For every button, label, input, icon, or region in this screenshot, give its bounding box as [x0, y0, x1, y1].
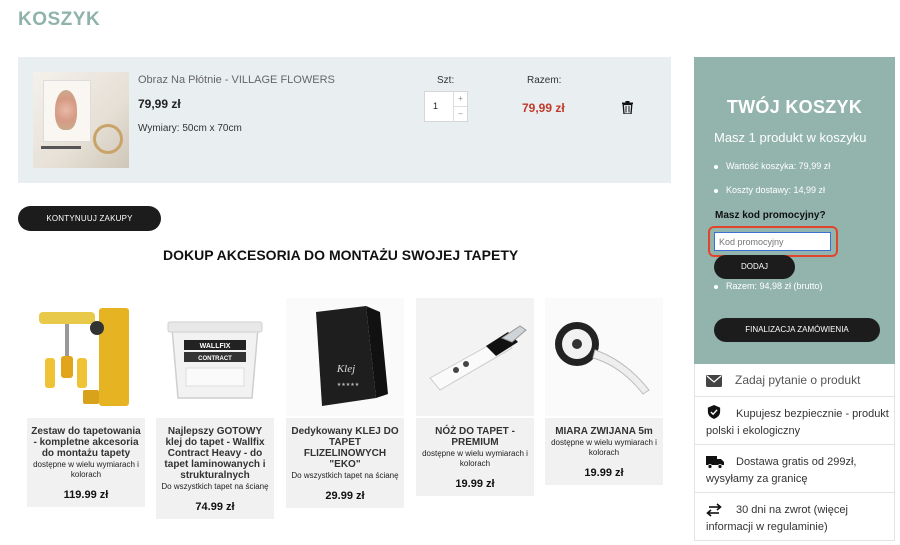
- product-availability: dostępne w wielu wymiarach i kolorach: [422, 449, 528, 468]
- shipping-text: Koszty dostawy: 14,99 zł: [726, 185, 826, 195]
- product-availability: dostępne w wielu wymiarach i kolorach: [551, 438, 657, 457]
- total-label: Razem:: [527, 75, 562, 86]
- cart-item-row: Obraz Na Płótnie - VILLAGE FLOWERS 79,99…: [18, 57, 671, 183]
- cart-item-total: 79,99 zł: [522, 101, 565, 115]
- cart-item-dimensions: Wymiary: 50cm x 70cm: [138, 123, 242, 134]
- summary-title: TWÓJ KOSZYK: [726, 97, 863, 117]
- klej-label-text: Klej: [336, 363, 355, 375]
- secure-shopping-text: Kupujesz bezpiecznie - produkt polski i …: [706, 408, 889, 437]
- finalize-order-button[interactable]: FINALIZACJA ZAMÓWIENIA: [714, 318, 880, 342]
- add-promo-button[interactable]: DODAJ: [714, 255, 795, 279]
- promo-code-input[interactable]: [714, 232, 831, 251]
- ask-question-link[interactable]: Zadaj pytanie o produkt: [694, 364, 895, 397]
- page-title: KOSZYK: [18, 9, 101, 30]
- wallfix-logo-text: WALLFIX: [200, 343, 231, 350]
- product-price: 119.99 zł: [63, 489, 109, 501]
- product-name[interactable]: Dedykowany KLEJ DO TAPET FLIZELINOWYCH "…: [289, 426, 401, 470]
- ask-question-text[interactable]: Zadaj pytanie o produkt: [735, 372, 900, 389]
- summary-subtitle: Masz 1 produkt w koszyku: [714, 130, 867, 145]
- returns-info: 30 dni na zwrot (więcej informacji w reg…: [694, 493, 895, 541]
- product-name[interactable]: Zestaw do tapetowania - kompletne akceso…: [30, 426, 142, 459]
- product-thumbnail[interactable]: [33, 72, 129, 168]
- promo-label: Masz kod promocyjny?: [715, 210, 826, 221]
- product-price: 74.99 zł: [195, 501, 235, 513]
- cart-item-name[interactable]: Obraz Na Płótnie - VILLAGE FLOWERS: [138, 74, 335, 86]
- product-availability: dostępne w wielu wymiarach i kolorach: [33, 460, 139, 479]
- cart-value-line: Wartość koszyka: 79,99 zł: [714, 161, 830, 171]
- free-shipping-text: Dostawa gratis od 299zł, wysyłamy za gra…: [706, 456, 857, 485]
- quantity-value[interactable]: 1: [433, 101, 438, 111]
- product-name[interactable]: Najlepszy GOTOWY klej do tapet - Wallfix…: [159, 426, 271, 481]
- cart-value-text: Wartość koszyka: 79,99 zł: [726, 161, 831, 171]
- returns-text: 30 dni na zwrot (więcej informacji w reg…: [706, 504, 848, 533]
- product-name[interactable]: MIARA ZWIJANA 5m: [548, 426, 660, 437]
- product-price: 29.99 zł: [325, 490, 365, 502]
- quantity-stepper[interactable]: 1 + –: [424, 91, 468, 122]
- quantity-increase-button[interactable]: +: [453, 92, 467, 107]
- secure-shopping-info: Kupujesz bezpiecznie - produkt polski i …: [694, 397, 895, 445]
- svg-text:★★★★★: ★★★★★: [337, 382, 360, 388]
- product-image-eco-glue[interactable]: Klej ★★★★★: [286, 298, 404, 416]
- product-image-tape-measure[interactable]: [545, 298, 663, 416]
- quantity-decrease-button[interactable]: –: [453, 107, 467, 122]
- free-shipping-info: Dostawa gratis od 299zł, wysyłamy za gra…: [694, 445, 895, 493]
- product-price: 19.99 zł: [584, 467, 624, 479]
- product-name[interactable]: NÓŻ DO TAPET - PREMIUM: [419, 426, 531, 448]
- product-availability: Do wszystkich tapet na ścianę: [291, 471, 399, 480]
- product-image-wallfix-glue[interactable]: WALLFIX CONTRACT: [156, 298, 274, 416]
- cart-item-price: 79,99 zł: [138, 97, 181, 111]
- cart-summary-panel: TWÓJ KOSZYK Masz 1 produkt w koszyku War…: [694, 57, 895, 364]
- product-image-wallpaper-kit[interactable]: [27, 298, 145, 416]
- quantity-label: Szt:: [437, 75, 455, 86]
- product-price: 19.99 zł: [455, 478, 495, 490]
- mail-icon: [706, 375, 722, 387]
- accessories-heading: DOKUP AKCESORIA DO MONTAŻU SWOJEJ TAPETY: [163, 247, 519, 263]
- contract-label-text: CONTRACT: [198, 356, 232, 362]
- continue-shopping-button[interactable]: KONTYNUUJ ZAKUPY: [18, 206, 161, 231]
- summary-total-text: Razem: 94,98 zł (brutto): [726, 281, 823, 291]
- product-availability: Do wszystkich tapet na ścianę: [161, 482, 269, 491]
- summary-total-line: Razem: 94,98 zł (brutto): [714, 281, 823, 291]
- trash-icon[interactable]: [622, 101, 633, 114]
- shipping-line: Koszty dostawy: 14,99 zł: [714, 185, 825, 195]
- product-image-cutter-knife[interactable]: [416, 298, 534, 416]
